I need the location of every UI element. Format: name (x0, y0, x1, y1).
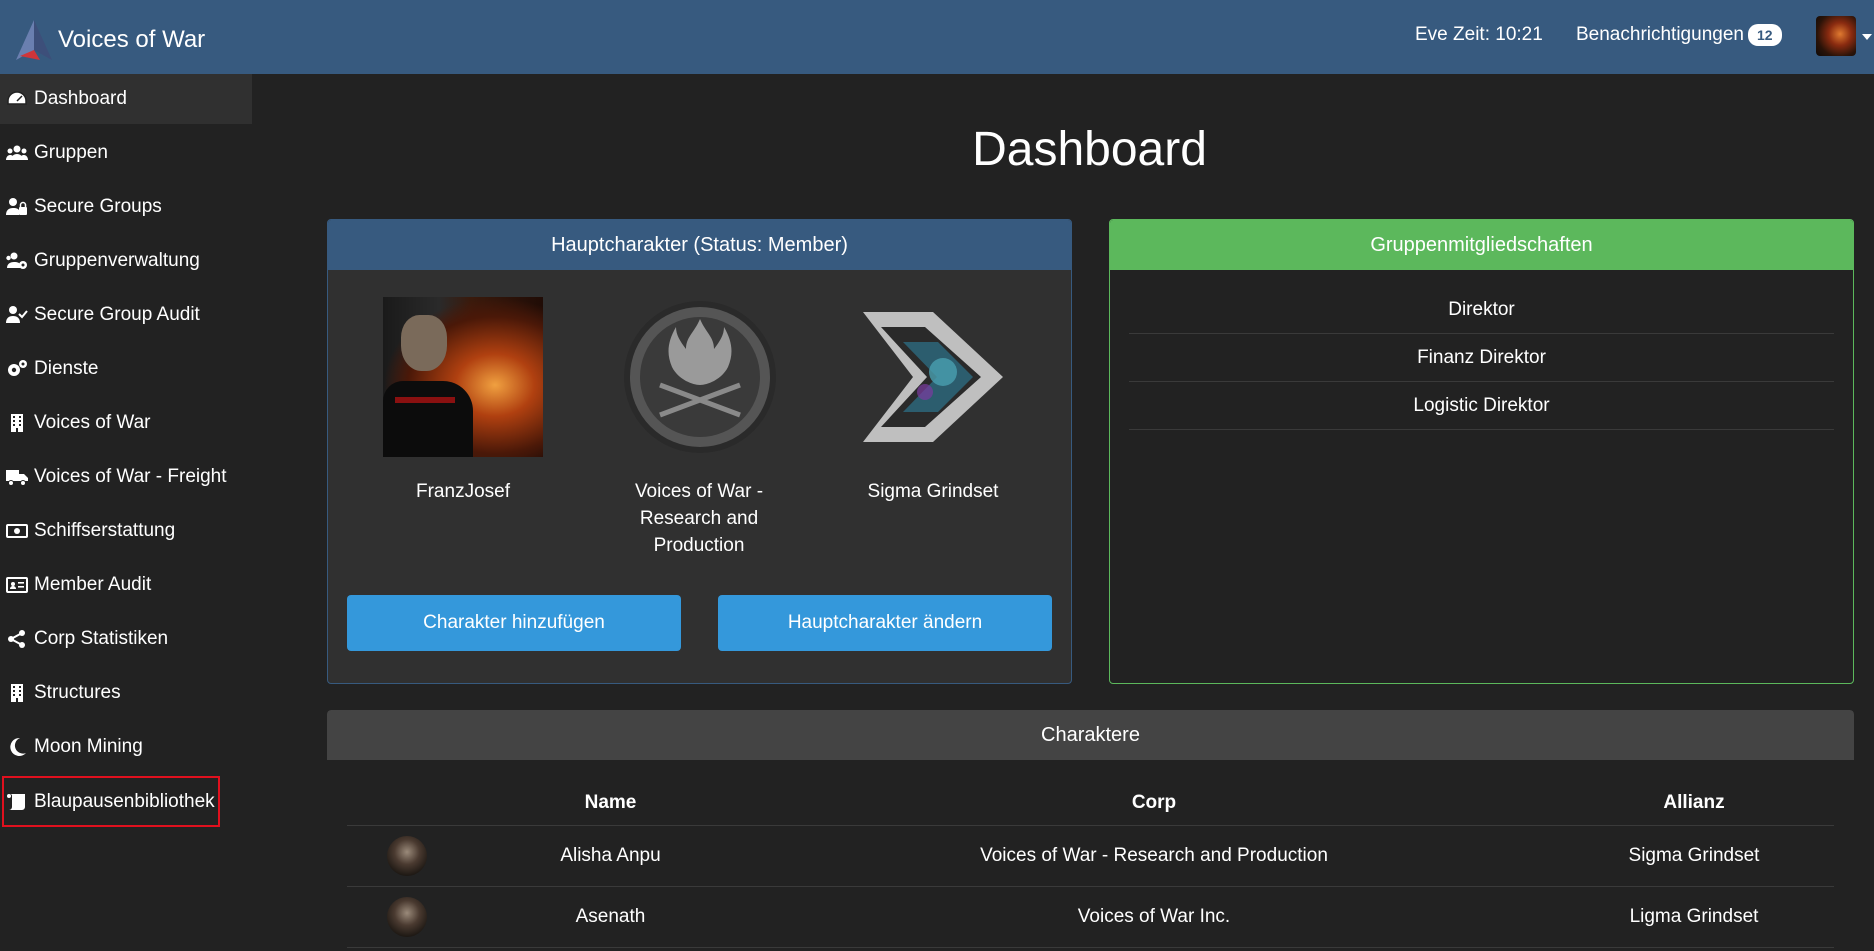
add-character-button[interactable]: Charakter hinzufügen (347, 595, 681, 651)
sidebar-item-label: Corp Statistiken (34, 628, 169, 649)
sidebar-item-label: Structures (34, 682, 121, 703)
character-alliance: Sigma Grindset (1628, 845, 1760, 866)
avatar (387, 897, 427, 937)
app-title: Voices of War (58, 26, 206, 53)
sidebar-item-dienste[interactable]: Dienste (0, 344, 252, 394)
notifications-link[interactable]: Benachrichtigungen 12 (1576, 24, 1782, 46)
sidebar-item-label: Secure Groups (34, 196, 162, 217)
list-item: Direktor (1129, 286, 1834, 334)
sidebar-item-label: Blaupausenbibliothek (34, 790, 215, 812)
main-corp-name: Voices of War - Research and Production (634, 481, 764, 556)
sidebar-item-member-audit[interactable]: Member Audit (0, 560, 252, 610)
sidebar-item-secure-groups[interactable]: Secure Groups (0, 182, 252, 232)
chevron-down-icon[interactable] (1862, 34, 1872, 40)
sidebar-item-moon-mining[interactable]: Moon Mining (0, 722, 252, 772)
cogs-icon (8, 360, 27, 376)
user-lock-icon (6, 198, 27, 215)
characters-table: Name Corp Allianz Alisha Anpu Voices of … (347, 780, 1834, 948)
main-character-name: FranzJosef (416, 481, 510, 502)
user-check-icon (6, 306, 28, 323)
sidebar-item-structures[interactable]: Structures (0, 668, 252, 718)
brand[interactable]: Voices of War (14, 18, 205, 62)
sidebar-item-dashboard[interactable]: Dashboard (0, 74, 252, 124)
sidebar-item-voices-of-war[interactable]: Voices of War (0, 398, 252, 448)
sidebar-item-label: Dashboard (34, 88, 127, 109)
characters-heading: Charaktere (327, 710, 1854, 760)
main-alliance-name: Sigma Grindset (867, 481, 999, 502)
sidebar-item-label: Voices of War - Freight (34, 466, 227, 487)
sidebar-item-blaupausenbibliothek[interactable]: Blaupausenbibliothek (2, 776, 220, 827)
character-alliance: Ligma Grindset (1629, 906, 1759, 927)
sidebar-item-label: Gruppenverwaltung (34, 250, 200, 271)
sidebar-item-label: Moon Mining (34, 736, 143, 757)
sidebar-item-label: Secure Group Audit (34, 304, 200, 325)
sidebar-item-gruppenverwaltung[interactable]: Gruppenverwaltung (0, 236, 252, 286)
notifications-label: Benachrichtigungen (1576, 24, 1744, 45)
sidebar: Dashboard Gruppen Secure Groups Gruppenv… (0, 74, 252, 951)
top-navbar: Voices of War Eve Zeit: 10:21 Benachrich… (0, 0, 1874, 74)
group-list: Direktor Finanz Direktor Logistic Direkt… (1129, 286, 1834, 430)
page-title: Dashboard (972, 123, 1207, 176)
column-header-name: Name (584, 791, 637, 813)
money-bill-icon (6, 524, 28, 538)
share-nodes-icon (8, 630, 25, 648)
table-row: Alisha Anpu Voices of War - Research and… (347, 826, 1834, 887)
character-corp: Voices of War Inc. (1077, 906, 1231, 927)
group-memberships-heading: Gruppenmitgliedschaften (1110, 220, 1853, 270)
list-item: Logistic Direktor (1129, 382, 1834, 430)
character-name: Alisha Anpu (560, 845, 661, 866)
table-header-row: Name Corp Allianz (347, 780, 1834, 826)
sidebar-item-label: Dienste (34, 358, 99, 379)
user-avatar[interactable] (1816, 16, 1856, 56)
column-header-corp: Corp (1131, 791, 1177, 813)
sidebar-item-gruppen[interactable]: Gruppen (0, 128, 252, 178)
users-icon (6, 145, 28, 160)
sidebar-item-label: Voices of War (34, 412, 151, 433)
building-icon (11, 684, 23, 702)
id-card-icon (6, 577, 28, 593)
sidebar-item-corp-statistiken[interactable]: Corp Statistiken (0, 614, 252, 664)
notifications-badge: 12 (1747, 24, 1782, 46)
sidebar-item-secure-group-audit[interactable]: Secure Group Audit (0, 290, 252, 340)
users-cog-icon (6, 252, 27, 269)
change-main-character-button[interactable]: Hauptcharakter ändern (718, 595, 1052, 651)
sidebar-item-label: Member Audit (34, 574, 152, 595)
avatar (387, 836, 427, 876)
sidebar-item-label: Gruppen (34, 142, 108, 163)
list-item: Finanz Direktor (1129, 334, 1834, 382)
eve-time: Eve Zeit: 10:21 (1415, 24, 1543, 45)
scroll-icon (7, 793, 25, 810)
column-header-alliance: Allianz (1663, 791, 1725, 813)
corp-logo (624, 301, 776, 453)
main-character-heading: Hauptcharakter (Status: Member) (328, 220, 1071, 270)
character-corp: Voices of War - Research and Production (980, 845, 1328, 866)
brand-logo-icon (16, 20, 52, 60)
tachometer-icon (7, 91, 27, 105)
table-row: Asenath Voices of War Inc. Ligma Grindse… (347, 887, 1834, 948)
alliance-logo (863, 312, 1003, 442)
building-icon (11, 414, 23, 432)
sidebar-item-voices-of-war-freight[interactable]: Voices of War - Freight (0, 452, 252, 502)
sidebar-item-label: Schiffserstattung (34, 520, 176, 541)
moon-icon (10, 737, 26, 756)
character-name: Asenath (575, 906, 646, 927)
sidebar-item-schiffserstattung[interactable]: Schiffserstattung (0, 506, 252, 556)
truck-icon (6, 470, 28, 486)
character-portrait (383, 297, 543, 457)
